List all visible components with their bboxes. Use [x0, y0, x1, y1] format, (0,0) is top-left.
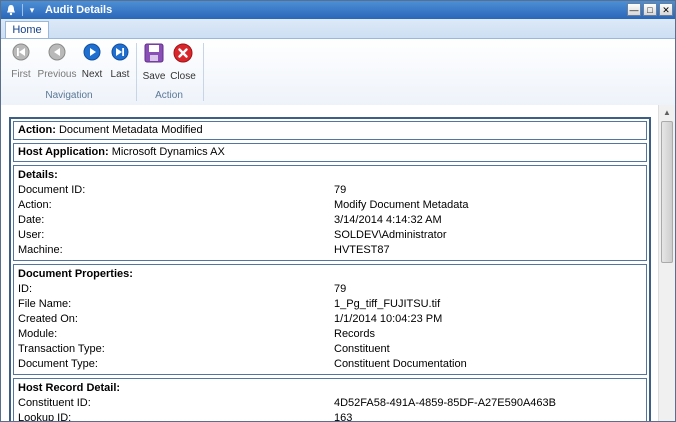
property-key: Transaction Type: [18, 343, 105, 355]
details-section: Details: Document ID: 79 Action: Modify Do… [13, 165, 647, 261]
detail-row: User: SOLDEV\Administrator [18, 228, 642, 243]
host-record-value: 4D52FA58-491A-4859-85DF-A27E590A463B [334, 397, 556, 409]
tab-home[interactable]: Home [5, 21, 49, 38]
action-section: Action: Document Metadata Modified [13, 121, 647, 140]
detail-key: Date: [18, 214, 45, 226]
app-bell-icon[interactable] [4, 3, 18, 17]
maximize-button[interactable]: □ [643, 3, 657, 16]
property-row: Created On: 1/1/2014 10:04:23 PM [18, 312, 642, 327]
detail-row: Machine: HVTEST87 [18, 243, 642, 258]
host-record-row: Lookup ID: 163 [18, 411, 642, 421]
next-label: Next [81, 69, 103, 80]
vertical-scrollbar[interactable]: ▲ [658, 105, 675, 421]
host-record-value: 163 [334, 412, 353, 421]
host-application-value: Microsoft Dynamics AX [111, 146, 225, 158]
audit-panel: Action: Document Metadata Modified Host … [9, 117, 651, 421]
host-application-heading: Host Application: [18, 146, 109, 158]
previous-button[interactable]: Previous [36, 43, 78, 80]
detail-value: 3/14/2014 4:14:32 AM [334, 214, 442, 226]
action-group-label: Action [155, 90, 183, 101]
window-controls: — □ ✕ [627, 3, 673, 16]
next-button[interactable]: Next [80, 43, 104, 80]
details-heading: Details: [18, 169, 58, 181]
scroll-thumb[interactable] [661, 121, 673, 263]
host-record-key: Lookup ID: [18, 412, 72, 421]
title-bar: ▾ Audit Details — □ ✕ [1, 1, 675, 19]
property-key: Module: [18, 328, 58, 340]
last-label: Last [110, 69, 130, 80]
property-value: Constituent [334, 343, 390, 355]
ribbon-group-separator [203, 43, 204, 101]
audit-content: Action: Document Metadata Modified Host … [1, 105, 658, 421]
audit-details-window: ▾ Audit Details — □ ✕ Home First Previou… [0, 0, 676, 422]
document-properties-section: Document Properties: ID: 79 File Name: 1_P… [13, 264, 647, 375]
property-value: Constituent Documentation [334, 358, 467, 370]
close-label: Close [170, 71, 196, 82]
property-key: File Name: [18, 298, 72, 310]
last-button[interactable]: Last [108, 43, 132, 80]
property-row: File Name: 1_Pg_tiff_FUJITSU.tif [18, 297, 642, 312]
first-button[interactable]: First [7, 43, 35, 80]
detail-value: 79 [334, 184, 347, 196]
detail-row: Date: 3/14/2014 4:14:32 AM [18, 213, 642, 228]
first-label: First [11, 69, 31, 80]
detail-key: Action: [18, 199, 52, 211]
document-properties-heading: Document Properties: [18, 268, 133, 280]
previous-label: Previous [37, 69, 77, 80]
action-value: Document Metadata Modified [58, 124, 203, 136]
save-icon [144, 43, 164, 63]
property-key: Document Type: [18, 358, 98, 370]
detail-key: Machine: [18, 244, 63, 256]
host-application-section: Host Application: Microsoft Dynamics AX [13, 143, 647, 162]
host-record-detail-heading: Host Record Detail: [18, 382, 121, 394]
detail-value: HVTEST87 [334, 244, 390, 256]
property-value: 1/1/2014 10:04:23 PM [334, 313, 443, 325]
ribbon-tab-row: Home [1, 19, 675, 39]
detail-key: Document ID: [18, 184, 86, 196]
property-key: ID: [18, 283, 33, 295]
first-icon [12, 43, 30, 61]
host-record-row: Constituent ID: 4D52FA58-491A-4859-85DF-A… [18, 396, 642, 411]
detail-row: Document ID: 79 [18, 183, 642, 198]
last-icon [111, 43, 129, 61]
detail-value: SOLDEV\Administrator [334, 229, 447, 241]
detail-key: User: [18, 229, 45, 241]
host-record-key: Constituent ID: [18, 397, 91, 409]
detail-value: Modify Document Metadata [334, 199, 469, 211]
scroll-up-icon[interactable]: ▲ [659, 105, 675, 119]
navigation-group-label: Navigation [45, 90, 93, 101]
save-label: Save [142, 71, 166, 82]
detail-row: Action: Modify Document Metadata [18, 198, 642, 213]
quick-access-dropdown-icon[interactable]: ▾ [27, 5, 37, 16]
save-button[interactable]: Save [141, 43, 167, 82]
minimize-button[interactable]: — [627, 3, 641, 16]
navigation-group: First Previous Next Last Navigation [3, 39, 135, 105]
close-button[interactable]: Close [169, 43, 197, 82]
close-icon [173, 43, 193, 63]
action-heading: Action: [18, 124, 56, 136]
property-row: Transaction Type: Constituent [18, 342, 642, 357]
action-group: Save Close Action [137, 39, 201, 105]
titlebar-separator [22, 4, 23, 16]
next-icon [83, 43, 101, 61]
property-row: Document Type: Constituent Documentation [18, 357, 642, 372]
property-value: 1_Pg_tiff_FUJITSU.tif [334, 298, 441, 310]
property-value: Records [334, 328, 375, 340]
close-window-button[interactable]: ✕ [659, 3, 673, 16]
previous-icon [48, 43, 66, 61]
property-key: Created On: [18, 313, 78, 325]
window-title: Audit Details [45, 4, 113, 16]
ribbon: First Previous Next Last Navigation Save… [1, 39, 675, 106]
property-row: Module: Records [18, 327, 642, 342]
property-value: 79 [334, 283, 347, 295]
host-record-detail-section: Host Record Detail: Constituent ID: 4D52F… [13, 378, 647, 421]
property-row: ID: 79 [18, 282, 642, 297]
